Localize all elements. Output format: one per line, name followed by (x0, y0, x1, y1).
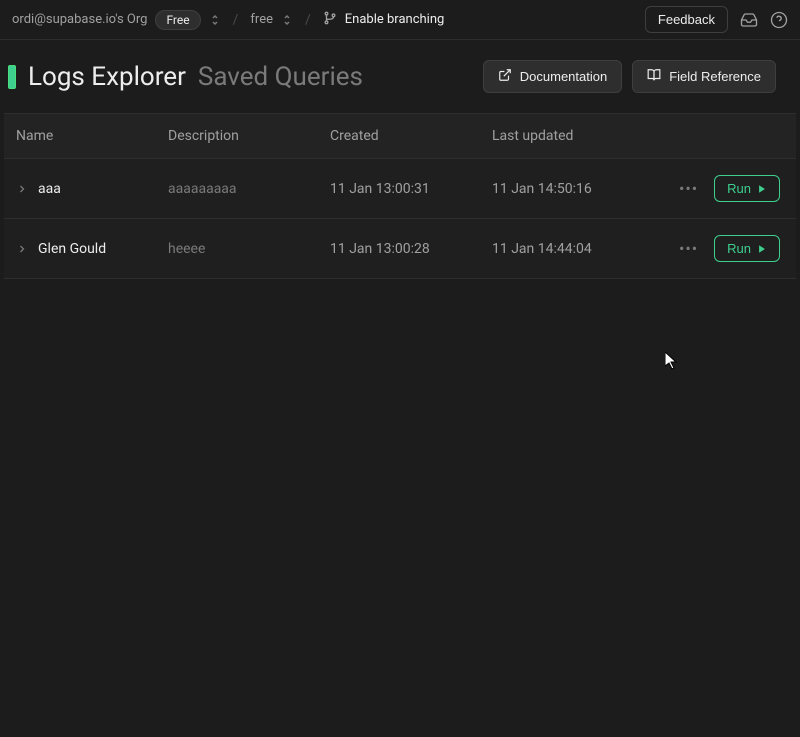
org-name[interactable]: ordi@supabase.io's Org (12, 12, 147, 27)
inbox-icon[interactable] (740, 11, 758, 29)
query-created: 11 Jan 13:00:31 (330, 181, 492, 197)
enable-branching-button[interactable]: Enable branching (345, 12, 445, 27)
play-icon (757, 244, 767, 254)
chevron-right-icon[interactable] (16, 183, 38, 195)
page-subtitle: Saved Queries (198, 62, 363, 92)
run-button[interactable]: Run (714, 235, 780, 262)
row-actions: ••• Run (642, 175, 784, 202)
feedback-button[interactable]: Feedback (645, 6, 728, 33)
help-icon[interactable] (770, 11, 788, 29)
query-updated: 11 Jan 14:44:04 (492, 241, 642, 257)
table-row[interactable]: aaa aaaaaaaaa 11 Jan 13:00:31 11 Jan 14:… (4, 159, 796, 219)
book-icon (647, 68, 661, 85)
field-reference-label: Field Reference (669, 69, 761, 84)
table-header: Name Description Created Last updated (4, 113, 796, 159)
query-updated: 11 Jan 14:50:16 (492, 181, 642, 197)
project-switcher-icon[interactable] (281, 13, 293, 27)
query-description: aaaaaaaaa (168, 181, 330, 197)
row-actions: ••• Run (642, 235, 784, 262)
column-actions (678, 128, 784, 144)
header-actions: Documentation Field Reference (483, 60, 776, 93)
project-name[interactable]: free (250, 12, 273, 27)
run-label: Run (727, 181, 751, 196)
column-name: Name (16, 128, 168, 144)
org-switcher-icon[interactable] (209, 13, 221, 27)
breadcrumb-separator: / (305, 12, 311, 28)
column-updated: Last updated (492, 128, 678, 144)
more-icon[interactable]: ••• (679, 179, 698, 198)
topbar: ordi@supabase.io's Org Free / free / Ena… (0, 0, 800, 40)
breadcrumb-separator: / (233, 12, 239, 28)
play-icon (757, 184, 767, 194)
chevron-right-icon[interactable] (16, 243, 38, 255)
page-title: Logs Explorer (28, 62, 186, 92)
external-link-icon (498, 68, 512, 85)
queries-table: Name Description Created Last updated aa… (4, 113, 796, 279)
cursor-icon (665, 352, 681, 372)
query-name: aaa (38, 181, 168, 197)
page-title-group: Logs Explorer Saved Queries (8, 62, 363, 92)
topbar-actions: Feedback (645, 6, 788, 33)
breadcrumb: ordi@supabase.io's Org Free / free / Ena… (12, 10, 444, 30)
column-description: Description (168, 128, 330, 144)
run-button[interactable]: Run (714, 175, 780, 202)
run-label: Run (727, 241, 751, 256)
more-icon[interactable]: ••• (679, 239, 698, 258)
page-header: Logs Explorer Saved Queries Documentatio… (0, 40, 800, 113)
field-reference-button[interactable]: Field Reference (632, 60, 776, 93)
branch-icon (323, 10, 337, 29)
plan-badge: Free (155, 10, 200, 30)
table-row[interactable]: Glen Gould heeee 11 Jan 13:00:28 11 Jan … (4, 219, 796, 279)
documentation-label: Documentation (520, 69, 607, 84)
column-created: Created (330, 128, 492, 144)
query-created: 11 Jan 13:00:28 (330, 241, 492, 257)
logs-icon (8, 65, 16, 89)
query-name: Glen Gould (38, 241, 168, 257)
query-description: heeee (168, 241, 330, 257)
documentation-button[interactable]: Documentation (483, 60, 622, 93)
